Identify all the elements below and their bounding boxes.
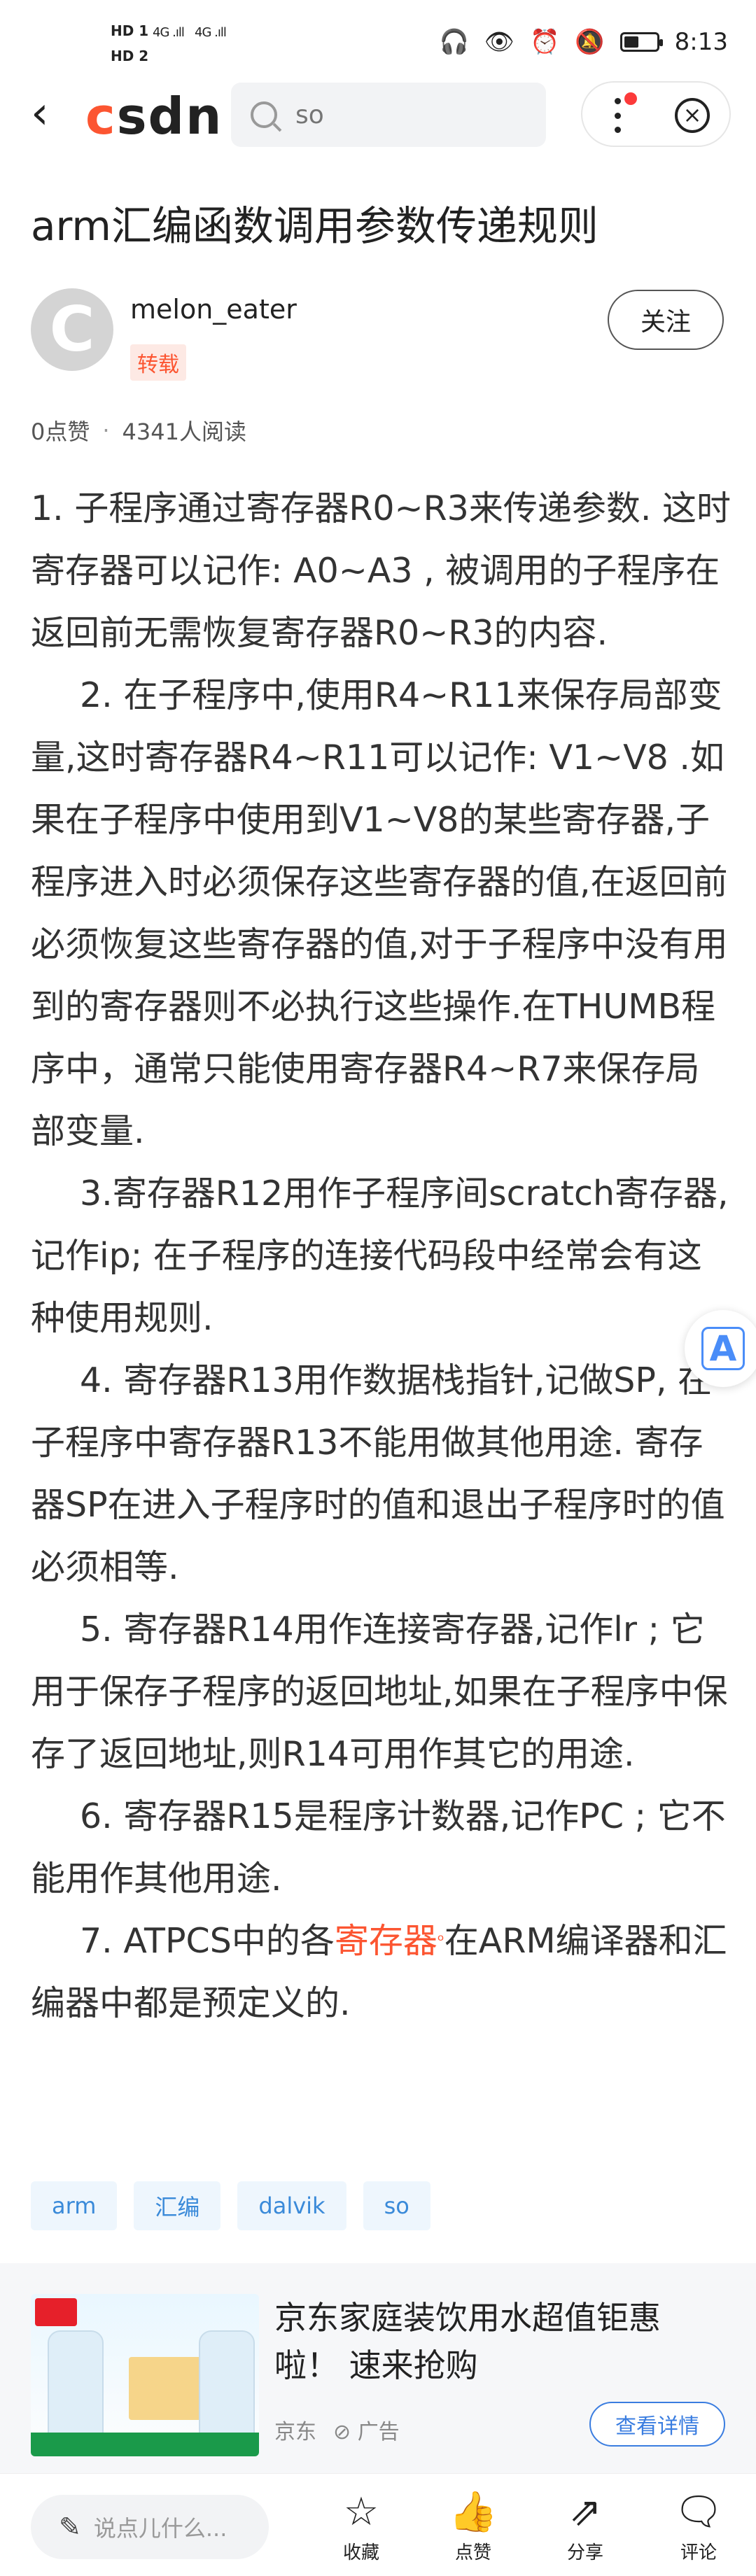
back-icon[interactable]: ‹: [31, 91, 49, 136]
tag-dalvik[interactable]: dalvik: [237, 2181, 346, 2230]
view-details-button[interactable]: 查看详情: [589, 2402, 725, 2447]
follow-button[interactable]: 关注: [608, 290, 724, 350]
star-icon: ☆: [343, 2489, 379, 2535]
article-title: arm汇编函数调用参数传递规则: [31, 202, 598, 250]
paragraph: 5. 寄存器R14用作连接寄存器,记作lr ; 它用于保存子程序的返回地址,如果…: [31, 1610, 728, 1774]
tag-assembly[interactable]: 汇编: [134, 2181, 221, 2230]
clock: 8:13: [674, 28, 728, 56]
read-count: 4341人阅读: [122, 418, 246, 445]
ad-source: 京东: [274, 2420, 316, 2444]
status-bar: HD 1 HD 2 4G .ıll 4G .ıll 🎧 👁 ⏰ 🔕 8:13: [0, 0, 756, 84]
comment-button[interactable]: 🗨 评论: [657, 2488, 741, 2564]
close-icon[interactable]: ×: [675, 98, 710, 133]
comment-input[interactable]: ✎ 说点儿什么...: [31, 2495, 269, 2559]
paragraph: 4. 寄存器R13用作数据栈指针,记做SP, 在子程序中寄存器R13不能用做其他…: [31, 1360, 725, 1587]
paragraph: 6. 寄存器R15是程序计数器,记作PC ; 它不能用作其他用途.: [31, 1796, 726, 1899]
eye-icon: 👁: [484, 28, 514, 56]
battery-icon: [620, 32, 663, 52]
pen-icon: ✎: [59, 2512, 81, 2542]
signal-icon: 4G .ıll: [153, 25, 185, 40]
collect-button[interactable]: ☆ 收藏: [319, 2488, 403, 2564]
share-button[interactable]: ⇗ 分享: [543, 2488, 627, 2564]
stats-separator: ·: [102, 417, 110, 444]
bottom-bar: ✎ 说点儿什么... ☆ 收藏 👍 点赞 ⇗ 分享 🗨 评论: [0, 2473, 756, 2576]
ad-image: [31, 2294, 259, 2456]
paragraph: 7. ATPCS中的各寄存器ᵒ在ARM编译器和汇编器中都是预定义的.: [31, 1921, 727, 2023]
menu-capsule: ×: [581, 81, 731, 147]
top-bar: ‹ csdn ×: [0, 77, 756, 154]
thumbs-up-icon: 👍: [449, 2489, 498, 2535]
search-box[interactable]: [231, 83, 546, 147]
keyword-link[interactable]: 寄存器: [335, 1921, 438, 1961]
mute-icon: 🔕: [575, 28, 605, 56]
hd2-badge: HD 2: [111, 48, 149, 64]
avatar[interactable]: C: [31, 288, 113, 371]
ad-tag-icon: ⊘: [333, 2420, 358, 2444]
more-menu-icon[interactable]: [615, 98, 622, 133]
search-input[interactable]: [295, 100, 519, 129]
avatar-icon: C: [49, 293, 95, 365]
translate-icon: A: [701, 1327, 745, 1370]
like-button[interactable]: 👍 点赞: [431, 2488, 515, 2564]
comment-icon: 🗨: [673, 2489, 724, 2535]
repost-badge: 转载: [130, 344, 186, 381]
hd1-badge: HD 1: [111, 22, 149, 39]
paragraph: 3.寄存器R12用作子程序间scratch寄存器,记作ip; 在子程序的连接代码…: [31, 1174, 729, 1338]
csdn-logo: csdn: [85, 87, 223, 146]
headphones-icon: 🎧: [439, 28, 469, 56]
network-indicators: HD 1 HD 2 4G .ıll 4G .ıll: [111, 20, 237, 69]
author-name[interactable]: melon_eater: [130, 294, 297, 325]
search-icon: [251, 101, 277, 128]
comment-placeholder: 说点儿什么...: [93, 2515, 227, 2542]
ad-meta: 京东 ⊘ 广告: [274, 2414, 400, 2445]
ad-card[interactable]: 京东家庭装饮用水超值钜惠啦！ 速来抢购 京东 ⊘ 广告 查看详情: [0, 2263, 756, 2473]
like-count: 0点赞: [31, 418, 90, 445]
translate-button[interactable]: A: [685, 1310, 756, 1387]
tag-so[interactable]: so: [363, 2181, 430, 2230]
article-body: 1. 子程序通过寄存器R0~R3来传递参数. 这时寄存器可以记作: A0~A3 …: [31, 477, 731, 2034]
keyword-search-icon: ᵒ: [437, 1931, 444, 1950]
notification-dot: [624, 92, 637, 105]
tag-list: arm 汇编 dalvik so: [31, 2181, 430, 2230]
paragraph: 2. 在子程序中,使用R4~R11来保存局部变量,这时寄存器R4~R11可以记作…: [31, 675, 728, 1151]
article-stats: 0点赞 · 4341人阅读: [31, 414, 246, 446]
ad-title[interactable]: 京东家庭装饮用水超值钜惠啦！ 速来抢购: [274, 2294, 722, 2389]
alarm-icon: ⏰: [529, 28, 560, 56]
status-icons: 🎧 👁 ⏰ 🔕 8:13: [439, 21, 728, 63]
paragraph: 1. 子程序通过寄存器R0~R3来传递参数. 这时寄存器可以记作: A0~A3 …: [31, 488, 731, 653]
share-icon: ⇗: [568, 2489, 602, 2535]
ad-label: ⊘ 广告: [333, 2420, 400, 2444]
tag-arm[interactable]: arm: [31, 2181, 118, 2230]
signal-icon: 4G .ıll: [195, 25, 227, 40]
